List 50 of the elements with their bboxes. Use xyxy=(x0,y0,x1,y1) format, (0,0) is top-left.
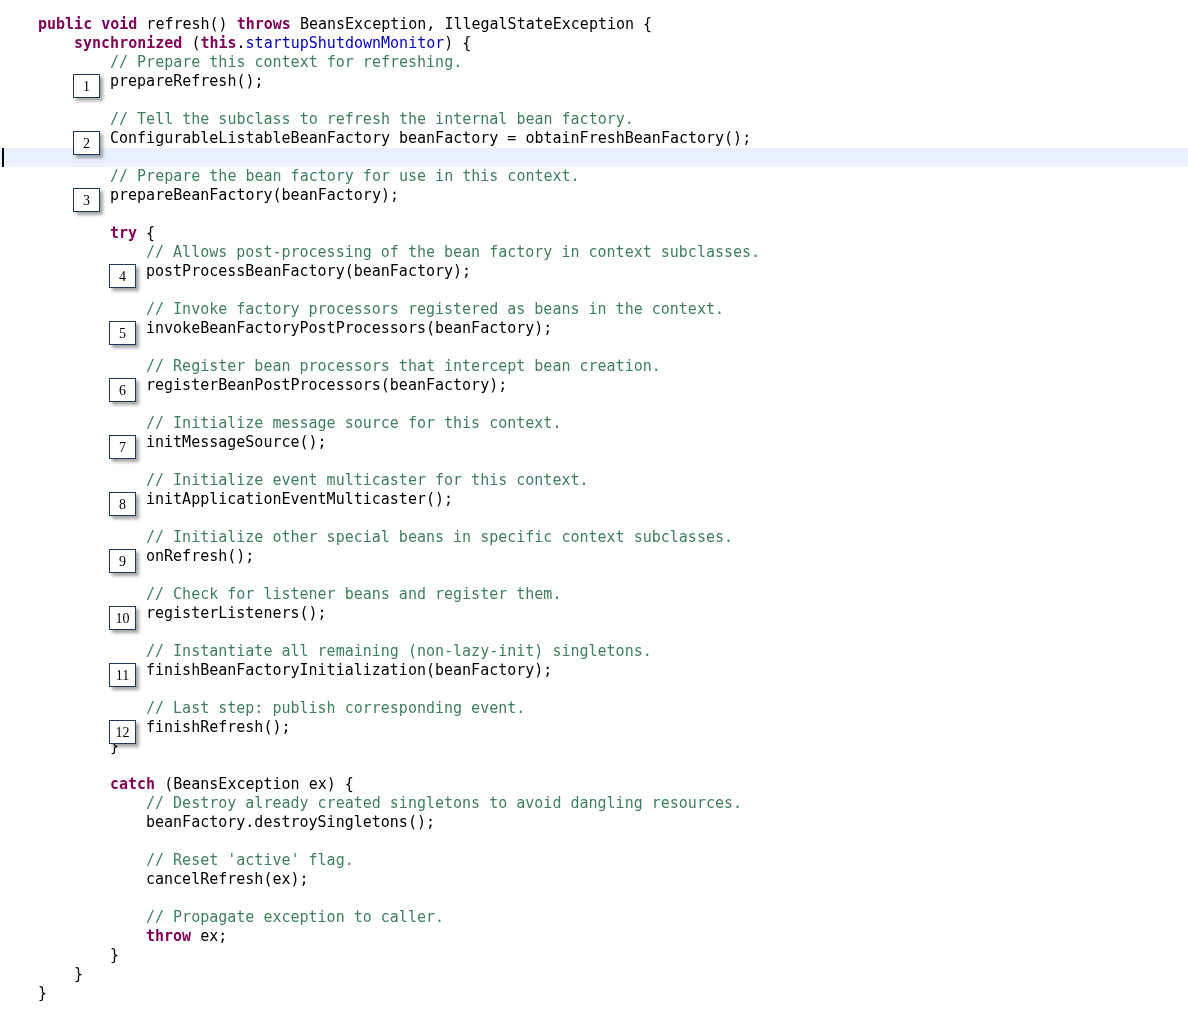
code-line: initMessageSource(); xyxy=(146,433,327,451)
code-line: // Register bean processors that intercept bean creation. xyxy=(146,357,661,375)
code-line: // Check for listener beans and register them. xyxy=(146,585,562,603)
callout-number: 9 xyxy=(109,549,136,573)
code-line: invokeBeanFactoryPostProcessors(beanFactory); xyxy=(146,319,553,337)
code-line: prepareRefresh(); xyxy=(110,72,264,90)
callout-number: 10 xyxy=(109,606,136,630)
code-line: // Initialize message source for this context. xyxy=(146,414,562,432)
code-line: // Prepare this context for refreshing. xyxy=(110,53,463,71)
code-line: finishBeanFactoryInitialization(beanFactory); xyxy=(146,661,553,679)
code-line: // Tell the subclass to refresh the internal bean factory. xyxy=(110,110,634,128)
code-line: // Invoke factory processors registered as beans in the context. xyxy=(146,300,724,318)
code-line: // Prepare the bean factory for use in this context. xyxy=(110,167,580,185)
code-line: // Allows post-processing of the bean factory in context subclasses. xyxy=(146,243,761,261)
code-line: // Initialize event multicaster for this context. xyxy=(146,471,589,489)
code-line: throw ex; xyxy=(146,927,228,945)
callout-number: 7 xyxy=(109,435,136,459)
code-line: } xyxy=(38,984,48,1002)
code-line: initApplicationEventMulticaster(); xyxy=(146,490,454,508)
code-line: prepareBeanFactory(beanFactory); xyxy=(110,186,399,204)
callout-number: 12 xyxy=(109,720,136,744)
code-line: registerBeanPostProcessors(beanFactory); xyxy=(146,376,508,394)
callout-number: 6 xyxy=(109,378,136,402)
callout-number: 2 xyxy=(73,131,100,155)
code-line: // Propagate exception to caller. xyxy=(146,908,444,926)
code-line: registerListeners(); xyxy=(146,604,327,622)
code-line: } xyxy=(110,946,120,964)
callout-number: 8 xyxy=(109,492,136,516)
code-line: onRefresh(); xyxy=(146,547,255,565)
callout-number: 5 xyxy=(109,321,136,345)
code-line: // Initialize other special beans in specific context subclasses. xyxy=(146,528,733,546)
code-line: try { xyxy=(110,224,156,242)
code-line: // Last step: publish corresponding event. xyxy=(146,699,526,717)
code-line: // Destroy already created singletons to avoid dangling resources. xyxy=(146,794,743,812)
callout-number: 11 xyxy=(109,663,136,687)
callout-number: 3 xyxy=(73,188,100,212)
code-line: postProcessBeanFactory(beanFactory); xyxy=(146,262,472,280)
code-line: // Reset 'active' flag. xyxy=(146,851,354,869)
code-line: finishRefresh(); xyxy=(146,718,291,736)
code-line: catch (BeansException ex) { xyxy=(110,775,354,793)
code-line: } xyxy=(74,965,84,983)
code-line: cancelRefresh(ex); xyxy=(146,870,309,888)
code-line: public void refresh() throws BeansException, IllegalStateException { xyxy=(38,15,653,33)
code-line: beanFactory.destroySingletons(); xyxy=(146,813,435,831)
text-cursor xyxy=(2,148,4,167)
code-line: ConfigurableListableBeanFactory beanFactory = obtainFreshBeanFactory(); xyxy=(110,129,752,147)
code-line: synchronized (this.startupShutdownMonitor) { xyxy=(74,34,472,52)
code-line: // Instantiate all remaining (non-lazy-init) singletons. xyxy=(146,642,652,660)
callout-number: 1 xyxy=(73,74,100,98)
callout-number: 4 xyxy=(109,264,136,288)
